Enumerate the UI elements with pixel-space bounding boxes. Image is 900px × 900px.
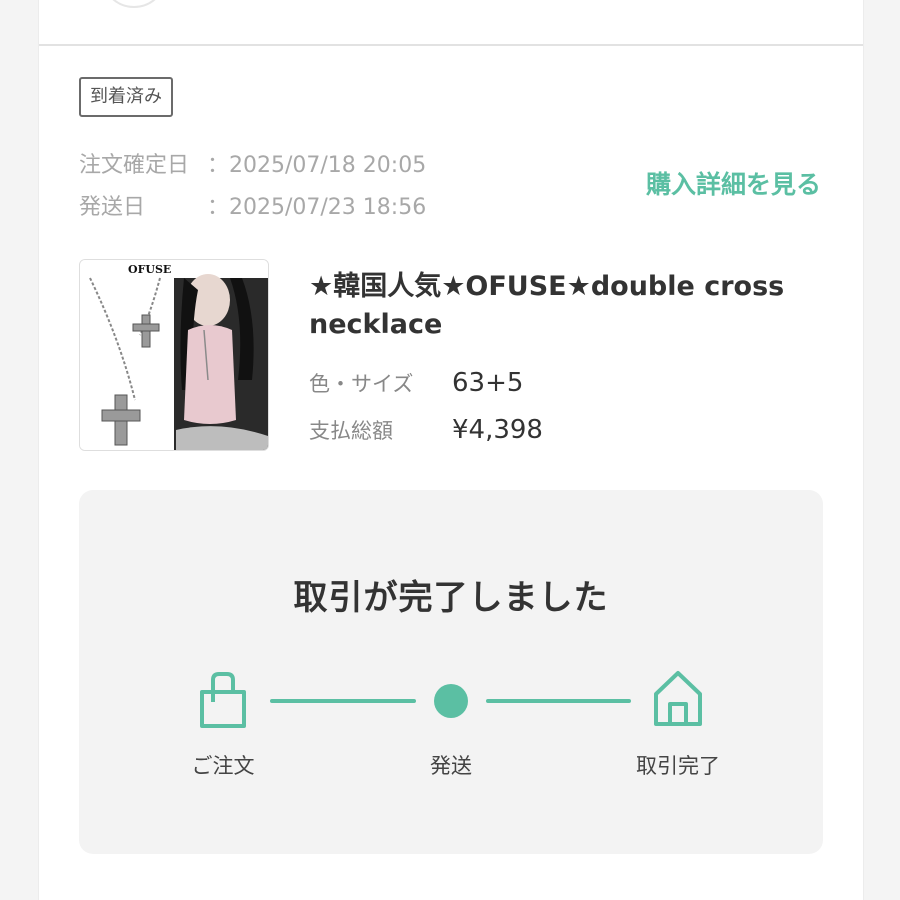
total-row: 支払総額 ¥4,398 [309, 415, 543, 445]
product-name[interactable]: ★韓国人気★OFUSE★double cross necklace [309, 268, 829, 344]
purchase-detail-link[interactable]: 購入詳細を見る [646, 165, 821, 201]
status-badge: 到着済み [79, 77, 173, 117]
color-size-label: 色・サイズ [309, 372, 414, 396]
progress-line-2 [486, 699, 631, 703]
progress-line-1 [270, 699, 416, 703]
shipped-row: 発送日 ：2025/07/23 18:56 [79, 189, 426, 221]
total-value: ¥4,398 [452, 415, 543, 445]
shopping-bag-icon [200, 672, 246, 728]
color-size-row: 色・サイズ 63+5 [309, 368, 523, 398]
avatar [101, 0, 167, 8]
order-confirmed-label: 注文確定日 [79, 153, 190, 178]
home-icon [654, 671, 702, 726]
thumbnail-brand: OFUSE [128, 263, 171, 276]
order-card: 到着済み 注文確定日 ：2025/07/18 20:05 発送日 ：2025/07/… [38, 0, 864, 900]
product-thumbnail[interactable]: OFUSE [79, 259, 269, 451]
header-strip [39, 0, 863, 46]
color-size-value: 63+5 [452, 368, 524, 398]
order-confirmed-row: 注文確定日 ：2025/07/18 20:05 [79, 147, 426, 179]
total-label: 支払総額 [309, 419, 393, 443]
shipped-value: ：2025/07/23 18:56 [207, 195, 427, 220]
shipped-label: 発送日 [79, 195, 146, 220]
step-label-order: ご注文 [191, 754, 255, 778]
shipped-step-dot [434, 684, 468, 718]
transaction-status-box: 取引が完了しました ご注文 発送 取引完了 [79, 490, 823, 854]
order-confirmed-value: ：2025/07/18 20:05 [207, 153, 427, 178]
step-label-complete: 取引完了 [636, 754, 720, 778]
transaction-complete-title: 取引が完了しました [293, 578, 609, 618]
step-label-shipped: 発送 [430, 754, 472, 778]
